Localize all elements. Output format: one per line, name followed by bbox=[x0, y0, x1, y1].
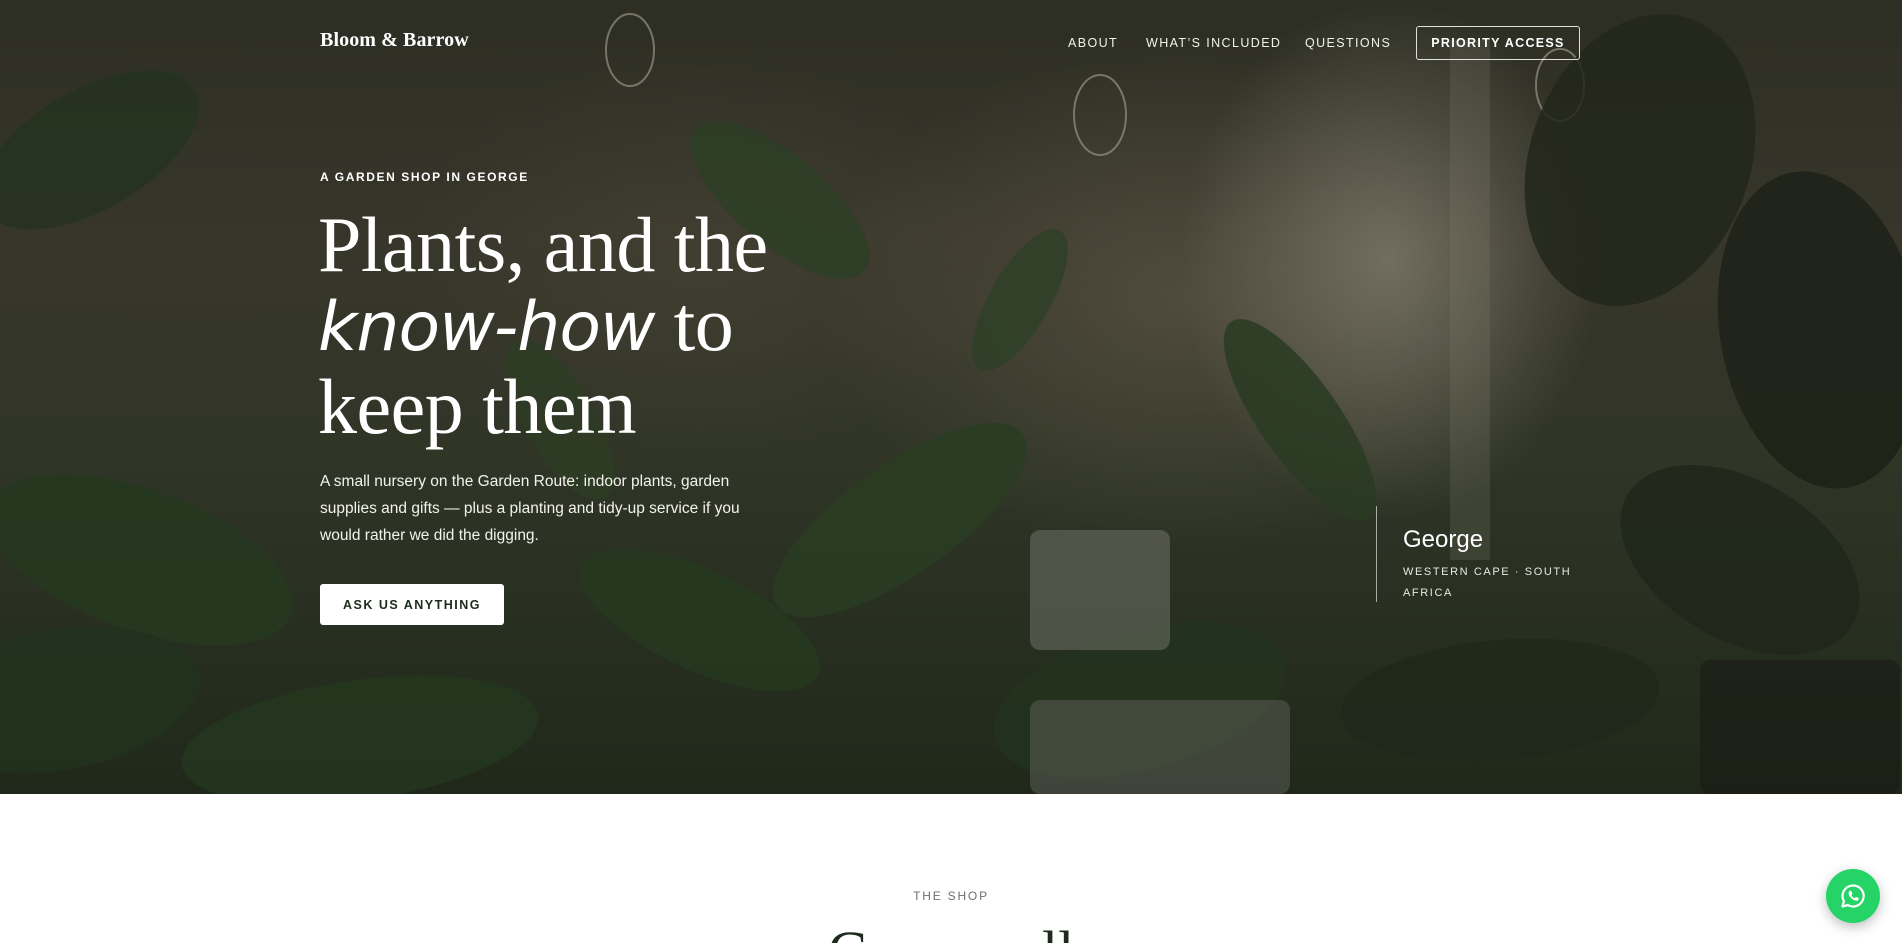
hero-dark-overlay bbox=[0, 0, 1902, 794]
ask-us-anything-button[interactable]: ASK US ANYTHING bbox=[320, 584, 504, 625]
shop-section-eyebrow: THE SHOP bbox=[913, 889, 989, 903]
whatsapp-chat-button[interactable] bbox=[1826, 869, 1880, 923]
headline-italic-phrase: know-how bbox=[318, 288, 656, 367]
nav-link-whats-included[interactable]: WHAT’S INCLUDED bbox=[1146, 36, 1281, 50]
headline-line-3: keep them bbox=[318, 363, 637, 450]
priority-access-button[interactable]: PRIORITY ACCESS bbox=[1416, 26, 1580, 60]
whatsapp-icon bbox=[1841, 884, 1865, 908]
hero-eyebrow: A GARDEN SHOP IN GEORGE bbox=[320, 170, 529, 184]
top-nav: ABOUT WHAT’S INCLUDED QUESTIONS PRIORITY… bbox=[0, 0, 1902, 80]
hero-description: A small nursery on the Garden Route: ind… bbox=[320, 473, 740, 544]
nav-link-questions[interactable]: QUESTIONS bbox=[1305, 36, 1391, 50]
headline-line-2: know-how to bbox=[318, 284, 838, 367]
headline-line-1: Plants, and the bbox=[318, 201, 768, 288]
hero-headline: Plants, and the know-how to keep them bbox=[318, 205, 838, 446]
hero-section bbox=[0, 0, 1902, 794]
location-divider bbox=[1376, 506, 1377, 602]
shop-section-title: Grow well bbox=[0, 922, 1902, 943]
location-region: WESTERN CAPE · SOUTH AFRICA bbox=[1403, 566, 1572, 599]
nav-link-about[interactable]: ABOUT bbox=[1068, 36, 1118, 50]
location-city: George bbox=[1403, 526, 1484, 553]
headline-line-2-rest: to bbox=[654, 280, 734, 367]
